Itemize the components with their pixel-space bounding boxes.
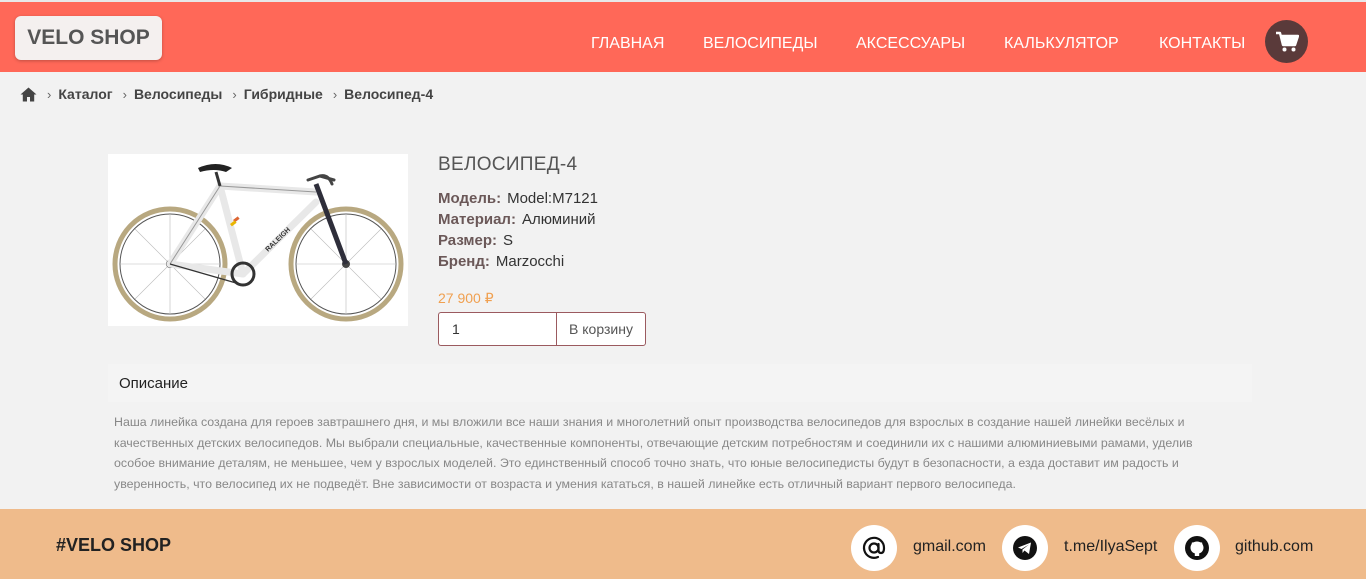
description-tab[interactable]: Описание	[108, 364, 1252, 402]
quantity-input[interactable]	[438, 312, 557, 346]
spec-material: Материал: Алюминий	[438, 211, 596, 228]
github-icon[interactable]	[1174, 525, 1220, 571]
product-price: 27 900 ₽	[438, 290, 494, 306]
chevron-right-icon: ›	[122, 86, 127, 102]
contact-github[interactable]: github.com	[1235, 538, 1313, 556]
nav-contacts[interactable]: КОНТАКТЫ	[1159, 35, 1245, 53]
site-logo[interactable]: VELO SHOP	[15, 16, 162, 60]
cart-button[interactable]	[1265, 20, 1308, 63]
breadcrumb-hybrid[interactable]: Гибридные	[244, 86, 323, 102]
site-header: VELO SHOP ГЛАВНАЯ ВЕЛОСИПЕДЫ АКСЕССУАРЫ …	[0, 2, 1366, 72]
contact-telegram[interactable]: t.me/IlyaSept	[1064, 538, 1157, 556]
contact-gmail[interactable]: gmail.com	[913, 538, 986, 556]
home-icon[interactable]	[20, 87, 37, 102]
chevron-right-icon: ›	[232, 86, 237, 102]
breadcrumb-catalog[interactable]: Каталог	[58, 86, 112, 102]
cart-icon	[1275, 31, 1299, 51]
breadcrumb-bicycles[interactable]: Велосипеды	[134, 86, 222, 102]
chevron-right-icon: ›	[332, 86, 338, 102]
telegram-icon[interactable]	[1002, 525, 1048, 571]
add-to-cart-button[interactable]: В корзину	[556, 312, 646, 346]
nav-accessories[interactable]: АКСЕССУАРЫ	[856, 35, 965, 53]
nav-calculator[interactable]: КАЛЬКУЛЯТОР	[1004, 35, 1119, 53]
breadcrumb-current: Велосипед-4	[344, 86, 434, 102]
at-icon[interactable]	[851, 525, 897, 571]
chevron-right-icon: ›	[47, 86, 52, 102]
spec-model: Модель: Model:M7121	[438, 190, 598, 207]
nav-bicycles[interactable]: ВЕЛОСИПЕДЫ	[703, 35, 818, 53]
spec-brand: Бренд: Marzocchi	[438, 253, 565, 270]
site-footer: #VELO SHOP gmail.com t.me/IlyaSept githu…	[0, 509, 1366, 579]
description-text: Наша линейка создана для героев завтрашн…	[114, 415, 1193, 491]
product-title: ВЕЛОСИПЕД-4	[438, 154, 578, 175]
nav-home[interactable]: ГЛАВНАЯ	[591, 35, 664, 53]
svg-text:RALEIGH: RALEIGH	[265, 227, 293, 254]
product-image: RALEIGH	[108, 154, 408, 326]
footer-brand: #VELO SHOP	[56, 535, 172, 555]
product-specs: Модель: Model:M7121 Материал: Алюминий Раз…	[438, 188, 598, 272]
spec-size: Размер: S	[438, 232, 514, 249]
description-tab-label: Описание	[119, 375, 189, 392]
breadcrumb: › Каталог › Велосипеды › Гибридные › Вел…	[20, 85, 433, 103]
